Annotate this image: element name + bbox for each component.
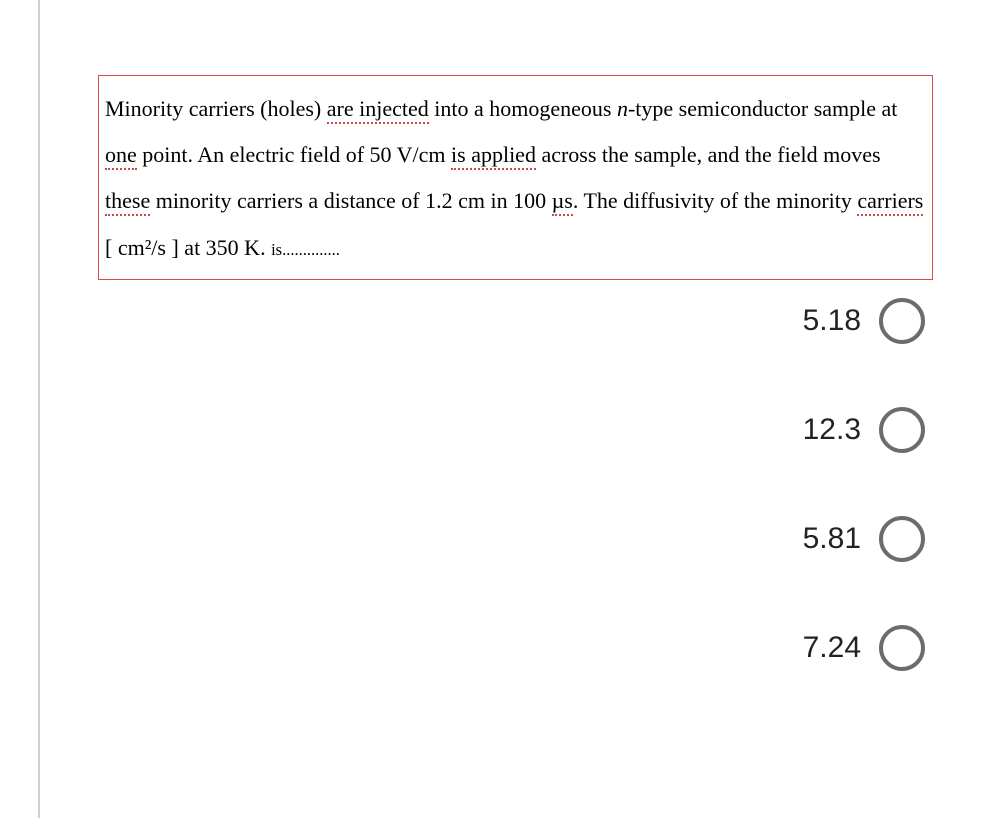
option-2[interactable]: 12.3	[803, 407, 925, 453]
option-1[interactable]: 5.18	[803, 298, 925, 344]
option-4[interactable]: 7.24	[803, 625, 925, 671]
option-3[interactable]: 5.81	[803, 516, 925, 562]
radio-icon	[879, 516, 925, 562]
options-list: 5.18 12.3 5.81 7.24	[98, 298, 933, 671]
option-label: 7.24	[803, 631, 861, 665]
radio-icon	[879, 298, 925, 344]
option-label: 5.81	[803, 522, 861, 556]
question-box: Minority carriers (holes) are injected i…	[98, 75, 933, 280]
question-text: Minority carriers (holes) are injected i…	[105, 86, 926, 271]
radio-icon	[879, 625, 925, 671]
radio-icon	[879, 407, 925, 453]
option-label: 12.3	[803, 413, 861, 447]
option-label: 5.18	[803, 304, 861, 338]
left-vertical-rule	[38, 0, 40, 818]
